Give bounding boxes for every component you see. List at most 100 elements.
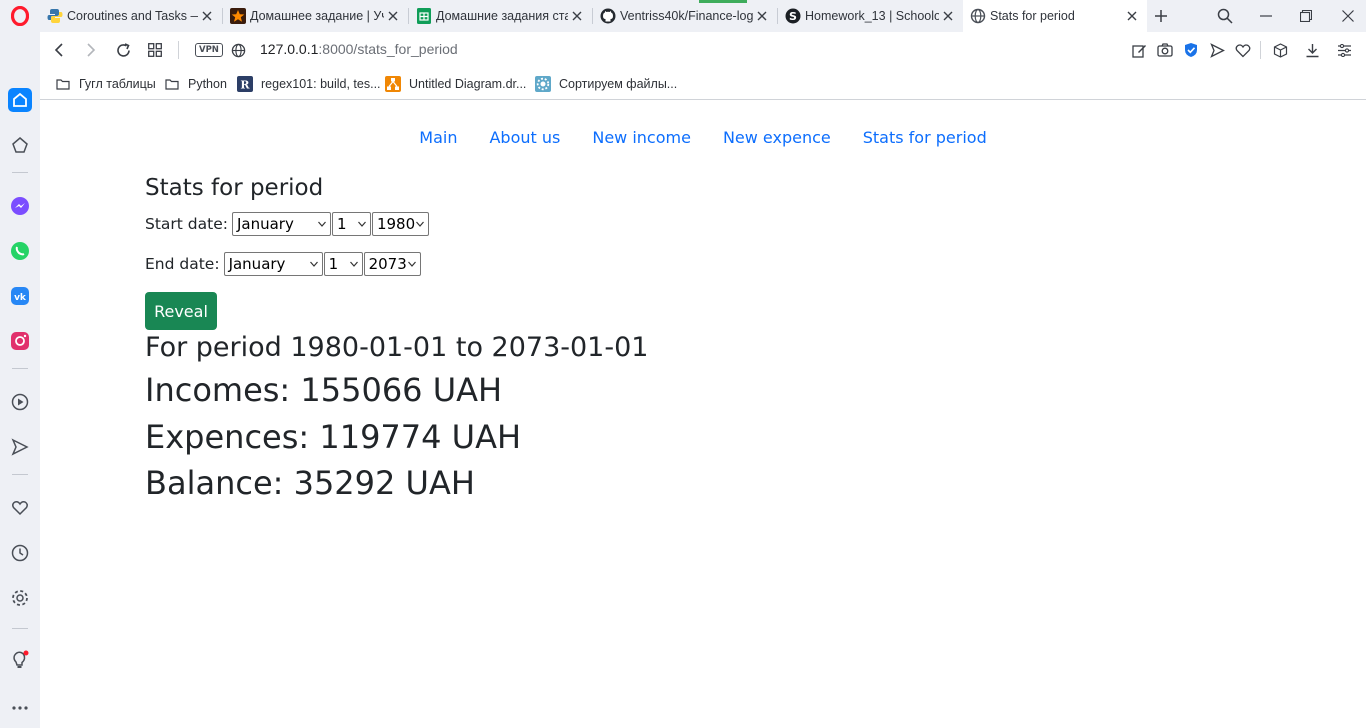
vk-icon[interactable]: vk (8, 284, 32, 308)
github-icon (600, 8, 616, 24)
pinboard-icon[interactable] (8, 133, 32, 157)
site-info-globe-icon[interactable] (226, 38, 250, 62)
messenger-icon[interactable] (8, 194, 32, 218)
chevron-down-icon (309, 261, 318, 267)
start-year-value: 1980 (376, 215, 416, 233)
restore-icon[interactable] (1294, 4, 1318, 28)
end-day-select[interactable]: 1 (323, 252, 363, 276)
end-month-value: January (228, 255, 286, 273)
settings-gear-icon[interactable] (8, 586, 32, 610)
adblock-shield-icon[interactable] (1179, 38, 1203, 62)
chevron-down-icon (318, 221, 326, 227)
start-month-value: January (236, 215, 294, 233)
bookmark-label: regex101: build, tes... (261, 77, 381, 91)
snapshot-camera-icon[interactable] (1153, 38, 1177, 62)
nav-link-new-expence[interactable]: New expence (707, 128, 847, 147)
nav-link-about[interactable]: About us (473, 128, 576, 147)
speed-dial-home-icon[interactable] (8, 88, 32, 112)
end-year-select[interactable]: 2073 (363, 252, 421, 276)
minimize-icon[interactable] (1254, 4, 1278, 28)
downloads-icon[interactable] (1300, 38, 1324, 62)
tabs-overview-icon[interactable] (143, 38, 167, 62)
bookmarks-bar: Гугл таблицы Python R regex101: build, t… (40, 68, 1366, 100)
tab-close-icon[interactable] (198, 11, 216, 21)
edit-page-icon[interactable] (1127, 38, 1151, 62)
tab-stats-for-period[interactable]: Stats for period (963, 0, 1147, 32)
balance-total: Balance: 35292 UAH (145, 464, 475, 502)
new-tab-plus-icon[interactable] (1149, 4, 1173, 28)
bookmark-google-sheets-folder[interactable]: Гугл таблицы (55, 75, 156, 93)
bookmark-regex101[interactable]: R regex101: build, tes... (237, 75, 381, 93)
tab-close-icon[interactable] (1123, 11, 1141, 21)
tab-homework-13[interactable]: S Homework_13 | Schoolo (778, 0, 963, 32)
bookmark-label: Гугл таблицы (79, 77, 156, 91)
history-clock-icon[interactable] (8, 541, 32, 565)
more-dots-icon[interactable] (8, 696, 32, 720)
whatsapp-icon[interactable] (8, 239, 32, 263)
chevron-down-icon (407, 261, 416, 267)
browser-sidebar: vk (0, 0, 40, 728)
tab-close-icon[interactable] (384, 11, 402, 21)
start-month-select[interactable]: January (231, 212, 331, 236)
start-date-row: Start date: January 1 1980 (145, 212, 430, 236)
folder-icon (164, 76, 180, 92)
opera-logo-icon[interactable] (8, 4, 32, 28)
svg-text:S: S (789, 10, 797, 23)
page-title: Stats for period (145, 175, 324, 201)
end-year-value: 2073 (368, 255, 407, 273)
vpn-badge[interactable]: VPN (195, 43, 223, 57)
google-sheets-icon (416, 8, 432, 24)
tab-github-finance-log[interactable]: Ventriss40k/Finance-log (593, 0, 777, 32)
svg-text:R: R (240, 79, 250, 92)
tab-title: Stats for period (990, 9, 1075, 23)
bookmark-drawio[interactable]: Untitled Diagram.dr... (385, 75, 526, 93)
nav-link-main[interactable]: Main (403, 128, 473, 147)
nav-link-new-income[interactable]: New income (576, 128, 707, 147)
tab-title: Homework_13 | Schoolo (805, 9, 939, 23)
globe-icon (970, 8, 986, 24)
send-icon[interactable] (1205, 38, 1229, 62)
bookmark-python-folder[interactable]: Python (164, 75, 227, 93)
tab-search-icon[interactable] (1213, 4, 1237, 28)
period-heading: For period 1980-01-01 to 2073-01-01 (145, 332, 649, 363)
tab-homework-uch[interactable]: Домашнее задание | Уч (223, 0, 408, 32)
window-close-icon[interactable] (1336, 4, 1360, 28)
end-month-select[interactable]: January (223, 252, 323, 276)
tab-close-icon[interactable] (568, 11, 586, 21)
url-field[interactable]: 127.0.0.1:8000/stats_for_period (260, 41, 458, 57)
reload-icon[interactable] (111, 38, 135, 62)
tab-close-icon[interactable] (753, 11, 771, 21)
skype-icon: S (785, 8, 801, 24)
tab-title: Домашние задания ста (436, 9, 568, 23)
tab-homework-sheets[interactable]: Домашние задания ста (409, 0, 592, 32)
tab-title: Ventriss40k/Finance-log (620, 9, 753, 23)
site-navbar: Main About us New income New expence Sta… (40, 128, 1366, 147)
end-day-value: 1 (328, 255, 339, 273)
bookmark-heart-icon[interactable] (1231, 38, 1255, 62)
url-path: :8000/stats_for_period (318, 41, 458, 57)
favorites-heart-icon[interactable] (8, 496, 32, 520)
start-year-select[interactable]: 1980 (371, 212, 429, 236)
reveal-button[interactable]: Reveal (145, 292, 217, 330)
instagram-icon[interactable] (8, 329, 32, 353)
svg-text:vk: vk (14, 293, 27, 303)
send-flow-icon[interactable] (8, 435, 32, 459)
tips-lightbulb-icon[interactable] (8, 648, 32, 672)
tab-coroutines[interactable]: Coroutines and Tasks — (40, 0, 222, 32)
start-day-select[interactable]: 1 (331, 212, 371, 236)
bookmark-sort-files[interactable]: Сортируем файлы... (535, 75, 677, 93)
back-arrow-icon[interactable] (47, 38, 71, 62)
easy-setup-menu-icon[interactable] (1332, 38, 1356, 62)
folder-icon (55, 76, 71, 92)
expences-total: Expences: 119774 UAH (145, 418, 522, 456)
extensions-cube-icon[interactable] (1268, 38, 1292, 62)
regex101-icon: R (237, 76, 253, 92)
forward-arrow-icon[interactable] (79, 38, 103, 62)
player-icon[interactable] (8, 390, 32, 414)
address-bar: VPN 127.0.0.1:8000/stats_for_period (40, 32, 1366, 68)
start-date-label: Start date: (145, 215, 228, 233)
tab-title: Домашнее задание | Уч (250, 9, 384, 23)
tab-close-icon[interactable] (939, 11, 957, 21)
bookmark-label: Сортируем файлы... (559, 77, 678, 91)
nav-link-stats[interactable]: Stats for period (847, 128, 1003, 147)
